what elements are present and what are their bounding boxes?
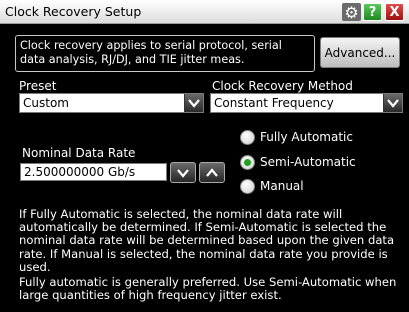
radio-label: Semi-Automatic (260, 155, 356, 169)
radio-label: Manual (260, 179, 304, 193)
clock-recovery-setup-dialog: Clock Recovery Setup ⚙ ? X Clock recover… (0, 0, 409, 312)
radio-semi-automatic[interactable]: Semi-Automatic (240, 153, 356, 171)
info-text: Clock recovery applies to serial protoco… (20, 39, 282, 66)
chevron-down-icon[interactable] (184, 94, 203, 112)
settings-gear-icon[interactable]: ⚙ (342, 3, 361, 22)
chevron-up-icon (206, 167, 218, 177)
help-paragraph-1: If Fully Automatic is selected, the nomi… (19, 207, 395, 274)
radio-manual[interactable]: Manual (240, 177, 304, 195)
preset-value: Custom (23, 96, 69, 110)
chevron-down-icon (177, 168, 189, 178)
radio-button-selected[interactable] (240, 154, 255, 170)
preset-select[interactable]: Custom (19, 93, 204, 113)
help-paragraph-2: Fully automatic is generally preferred. … (19, 275, 397, 303)
chevron-down-icon[interactable] (383, 94, 402, 112)
method-value: Constant Frequency (214, 96, 334, 110)
close-button[interactable]: X (385, 3, 404, 21)
radio-label: Fully Automatic (260, 130, 353, 144)
method-select[interactable]: Constant Frequency (210, 93, 403, 113)
radio-fully-automatic[interactable]: Fully Automatic (240, 128, 353, 146)
nominal-rate-input[interactable]: 2.500000000 Gb/s (20, 163, 167, 181)
rate-increment-button[interactable] (199, 162, 225, 183)
dialog-title: Clock Recovery Setup (5, 4, 142, 19)
help-button[interactable]: ? (363, 3, 382, 21)
info-box: Clock recovery applies to serial protoco… (15, 35, 315, 72)
nominal-rate-label: Nominal Data Rate (22, 146, 136, 160)
title-bar: Clock Recovery Setup ⚙ ? X (0, 0, 409, 24)
method-label: Clock Recovery Method (212, 79, 353, 93)
rate-decrement-button[interactable] (170, 162, 196, 183)
radio-button[interactable] (240, 129, 255, 145)
preset-label: Preset (19, 79, 57, 93)
advanced-button[interactable]: Advanced... (320, 37, 400, 68)
radio-button[interactable] (240, 178, 255, 194)
